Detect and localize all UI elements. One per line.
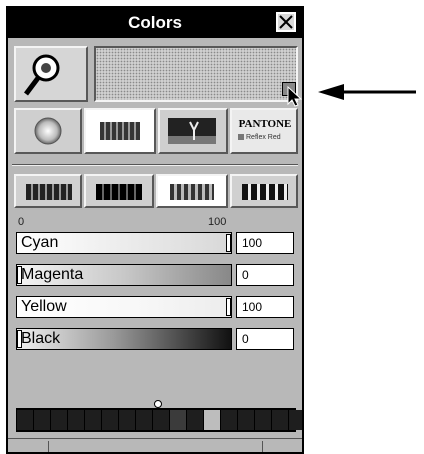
pantone-sub-label: Reflex Red bbox=[238, 134, 296, 141]
swatch-cell[interactable] bbox=[170, 410, 186, 430]
swatch-book-icon bbox=[100, 122, 140, 140]
black-slider[interactable]: Black bbox=[16, 328, 232, 350]
cyan-slider-thumb[interactable] bbox=[226, 234, 231, 252]
palette-4-icon bbox=[242, 184, 288, 200]
separator bbox=[12, 164, 298, 166]
color-wheel-icon bbox=[34, 117, 62, 145]
palette-1-icon bbox=[26, 184, 72, 200]
swatch-strip[interactable] bbox=[16, 408, 302, 432]
close-icon bbox=[279, 15, 293, 29]
pantone-color-name: Reflex Red bbox=[246, 134, 281, 141]
swatch-cell[interactable] bbox=[153, 410, 169, 430]
cyan-slider[interactable]: Cyan bbox=[16, 232, 232, 254]
pantone-mode-button[interactable]: PANTONE Reflex Red bbox=[230, 108, 298, 154]
swatch-cell[interactable] bbox=[51, 410, 67, 430]
yellow-slider-thumb[interactable] bbox=[226, 298, 231, 316]
title-bar[interactable]: Colors bbox=[8, 8, 302, 38]
black-label: Black bbox=[21, 330, 61, 347]
palette-2-icon bbox=[96, 184, 142, 200]
black-slider-thumb[interactable] bbox=[17, 330, 22, 348]
swatch-cell[interactable] bbox=[255, 410, 271, 430]
window-title: Colors bbox=[128, 13, 182, 32]
swatch-cell[interactable] bbox=[221, 410, 237, 430]
scale-max-label: 100 bbox=[208, 216, 227, 228]
status-bar bbox=[8, 438, 302, 452]
swatch-cell[interactable] bbox=[68, 410, 84, 430]
swatch-cell[interactable] bbox=[289, 410, 302, 430]
yellow-slider[interactable]: Yellow bbox=[16, 296, 232, 318]
palette-button-1[interactable] bbox=[14, 174, 82, 208]
status-divider-right bbox=[262, 441, 263, 452]
status-divider-left bbox=[48, 441, 49, 452]
swatch-cell[interactable] bbox=[136, 410, 152, 430]
image-icon bbox=[168, 118, 216, 144]
close-button[interactable] bbox=[276, 12, 296, 32]
magnifier-picker-icon bbox=[24, 54, 60, 96]
swatch-cell[interactable] bbox=[85, 410, 101, 430]
cyan-label: Cyan bbox=[21, 234, 59, 251]
swatch-cell[interactable] bbox=[17, 410, 33, 430]
color-picker-button[interactable] bbox=[14, 46, 88, 102]
swatch-cell[interactable] bbox=[204, 410, 220, 430]
pantone-chip bbox=[238, 134, 244, 141]
black-value-field[interactable]: 0 bbox=[236, 328, 294, 350]
color-wheel-mode-button[interactable] bbox=[14, 108, 82, 154]
swatch-cell[interactable] bbox=[272, 410, 288, 430]
magenta-slider-thumb[interactable] bbox=[17, 266, 22, 284]
magenta-label: Magenta bbox=[21, 266, 84, 283]
image-mode-button[interactable] bbox=[158, 108, 228, 154]
cyan-value-field[interactable]: 100 bbox=[236, 232, 294, 254]
yellow-label: Yellow bbox=[21, 298, 67, 315]
palette-button-3[interactable] bbox=[156, 174, 228, 208]
swatch-cell[interactable] bbox=[238, 410, 254, 430]
mouse-cursor-icon bbox=[287, 86, 302, 107]
palette-3-icon bbox=[170, 184, 214, 200]
yellow-value-field[interactable]: 100 bbox=[236, 296, 294, 318]
magenta-value-field[interactable]: 0 bbox=[236, 264, 294, 286]
palette-button-2[interactable] bbox=[84, 174, 154, 208]
swatch-cell[interactable] bbox=[119, 410, 135, 430]
scale-min-label: 0 bbox=[18, 216, 25, 228]
swatch-scroll-indicator bbox=[154, 400, 162, 408]
palette-button-4[interactable] bbox=[230, 174, 298, 208]
swatch-cell[interactable] bbox=[187, 410, 203, 430]
colors-panel: Colors PANTONE Reflex Red 0 100 Cyan 100… bbox=[6, 6, 304, 454]
swatch-cell[interactable] bbox=[34, 410, 50, 430]
color-preview-well[interactable] bbox=[94, 46, 302, 107]
swatch-cell[interactable] bbox=[102, 410, 118, 430]
magenta-slider[interactable]: Magenta bbox=[16, 264, 232, 286]
arrow-left-icon bbox=[318, 84, 416, 100]
swatch-book-mode-button[interactable] bbox=[84, 108, 156, 154]
pantone-label: PANTONE bbox=[238, 118, 292, 130]
